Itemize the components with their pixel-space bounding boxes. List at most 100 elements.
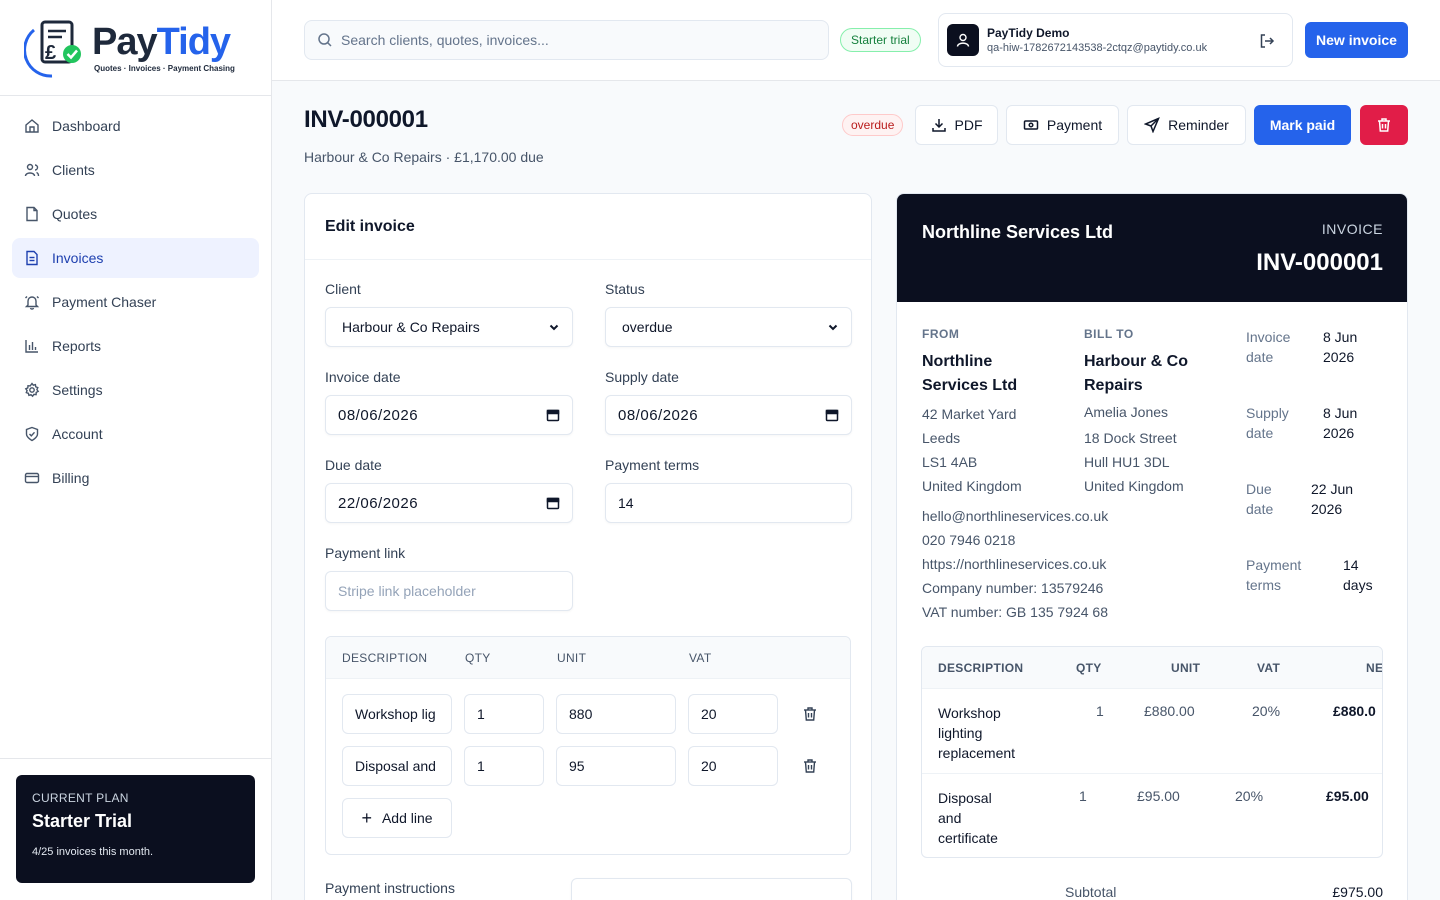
mark-paid-button[interactable]: Mark paid — [1254, 105, 1351, 145]
meta-due-date-value: 22 Jun 2026 — [1311, 481, 1354, 517]
delete-line-icon[interactable] — [802, 706, 818, 722]
sidebar-nav: Dashboard Clients Quotes Invoices Paymen… — [0, 96, 271, 512]
preview-header: Northline Services Ltd INVOICE INV-00000… — [897, 194, 1407, 302]
user-card[interactable]: PayTidy Demo qa-hiw-1782672143538-2ctqz@… — [938, 13, 1293, 67]
supply-date-input[interactable]: 08/06/2026 — [605, 395, 852, 435]
meta-invoice-date-label: Invoice date — [1246, 329, 1291, 365]
sidebar-item-account[interactable]: Account — [12, 414, 259, 454]
search-icon — [317, 32, 333, 48]
from-label: FROM — [922, 327, 960, 341]
from-address-line: LS1 4AB — [922, 454, 978, 470]
preview-document-type: INVOICE — [1321, 221, 1383, 237]
supply-date-label: Supply date — [605, 369, 679, 385]
page-title: INV-000001 — [304, 106, 428, 133]
sidebar-item-clients[interactable]: Clients — [12, 150, 259, 190]
line-description-input[interactable]: Disposal and — [342, 746, 452, 786]
from-website: https://northlineservices.co.uk — [922, 556, 1107, 572]
from-company-number: Company number: 13579246 — [922, 580, 1104, 596]
row-net: £95.00 — [1326, 788, 1369, 804]
home-icon — [24, 118, 40, 134]
sidebar-item-dashboard[interactable]: Dashboard — [12, 106, 259, 146]
trash-icon — [1376, 117, 1392, 133]
line-unit-input[interactable]: 880 — [556, 694, 676, 734]
line-description-input[interactable]: Workshop lig — [342, 694, 452, 734]
row-qty: 1 — [1079, 788, 1087, 804]
svg-text:£: £ — [45, 42, 56, 64]
logo[interactable]: £ PayTidy Quotes · Invoices · Payment Ch… — [0, 0, 271, 96]
bar-chart-icon — [24, 338, 40, 354]
due-date-value: 22/06/2026 — [338, 494, 419, 512]
chevron-down-icon — [548, 321, 560, 333]
plan-usage: 4/25 invoices this month. — [32, 846, 154, 858]
reminder-label: Reminder — [1168, 117, 1229, 133]
meta-payment-terms-value: 14 days — [1343, 557, 1373, 593]
users-icon — [24, 162, 40, 178]
payment-link-input[interactable]: Stripe link placeholder — [325, 571, 573, 611]
row-unit: £880.00 — [1144, 703, 1195, 719]
line-qty-input[interactable]: 1 — [464, 694, 544, 734]
client-select[interactable]: Harbour & Co Repairs — [325, 307, 573, 347]
user-email: qa-hiw-1782672143538-2ctqz@paytidy.co.uk — [987, 42, 1208, 54]
sidebar-item-billing[interactable]: Billing — [12, 458, 259, 498]
delete-invoice-button[interactable] — [1360, 105, 1408, 145]
reminder-button[interactable]: Reminder — [1127, 105, 1246, 145]
calendar-icon[interactable] — [825, 408, 839, 422]
sidebar-item-invoices[interactable]: Invoices — [12, 238, 259, 278]
line-items-header: DESCRIPTION QTY UNIT VAT — [326, 637, 850, 679]
bill-to-label: BILL TO — [1084, 327, 1134, 341]
pdf-label: PDF — [954, 117, 983, 133]
from-email: hello@northlineservices.co.uk — [922, 508, 1109, 524]
document-icon — [24, 206, 40, 222]
meta-supply-date-value: 8 Jun 2026 — [1323, 405, 1358, 441]
from-address-line: United Kingdom — [922, 478, 1022, 494]
brand-tagline: Quotes · Invoices · Payment Chasing — [94, 63, 235, 73]
payment-instructions-input[interactable] — [571, 878, 852, 900]
sidebar-item-quotes[interactable]: Quotes — [12, 194, 259, 234]
payment-terms-input[interactable]: 14 — [605, 483, 852, 523]
line-vat-input[interactable]: 20 — [688, 746, 778, 786]
add-line-button[interactable]: + Add line — [342, 798, 452, 838]
line-qty-input[interactable]: 1 — [464, 746, 544, 786]
current-plan-card: CURRENT PLAN Starter Trial 4/25 invoices… — [16, 775, 255, 883]
invoice-date-input[interactable]: 08/06/2026 — [325, 395, 573, 435]
paytidy-logo-icon: £ — [23, 16, 88, 80]
search-box[interactable] — [304, 20, 829, 60]
payment-button[interactable]: Payment — [1006, 105, 1119, 145]
payment-link-placeholder: Stripe link placeholder — [338, 583, 476, 599]
due-date-label: Due date — [325, 457, 382, 473]
line-unit-input[interactable]: 95 — [556, 746, 676, 786]
bill-to-name: Harbour & Co Repairs — [1084, 353, 1188, 394]
line-vat-input[interactable]: 20 — [688, 694, 778, 734]
invoice-date-label: Invoice date — [325, 369, 401, 385]
brand-name: PayTidy — [92, 20, 231, 63]
search-input[interactable] — [341, 32, 811, 48]
logout-icon[interactable] — [1258, 32, 1276, 50]
calendar-icon[interactable] — [546, 496, 560, 510]
calendar-icon[interactable] — [546, 408, 560, 422]
due-date-input[interactable]: 22/06/2026 — [325, 483, 573, 523]
table-row: Workshop lighting replacement 1 £880.00 20… — [922, 689, 1382, 774]
app: £ PayTidy Quotes · Invoices · Payment Ch… — [0, 0, 1440, 900]
from-address-line: 42 Market Yard — [922, 406, 1017, 422]
pdf-button[interactable]: PDF — [915, 105, 998, 145]
add-line-label: Add line — [381, 810, 433, 826]
chevron-down-icon — [827, 321, 839, 333]
client-select-value: Harbour & Co Repairs — [342, 319, 480, 335]
sidebar-item-reports[interactable]: Reports — [12, 326, 259, 366]
preview-table-header: DESCRIPTION QTY UNIT VAT NE — [922, 647, 1382, 689]
col-qty: QTY — [465, 651, 491, 665]
payment-label: Payment — [1046, 117, 1103, 133]
new-invoice-button[interactable]: New invoice — [1305, 22, 1408, 58]
shield-icon — [24, 426, 40, 442]
status-select[interactable]: overdue — [605, 307, 852, 347]
sidebar-item-label: Quotes — [52, 206, 98, 222]
col-vat: VAT — [1257, 661, 1281, 675]
sidebar-item-settings[interactable]: Settings — [12, 370, 259, 410]
delete-line-icon[interactable] — [802, 758, 818, 774]
download-icon — [931, 117, 947, 133]
sidebar-item-label: Payment Chaser — [52, 294, 157, 310]
gear-icon — [24, 382, 40, 398]
sidebar: £ PayTidy Quotes · Invoices · Payment Ch… — [0, 0, 272, 900]
sidebar-item-payment-chaser[interactable]: Payment Chaser — [12, 282, 259, 322]
client-label: Client — [325, 281, 361, 297]
